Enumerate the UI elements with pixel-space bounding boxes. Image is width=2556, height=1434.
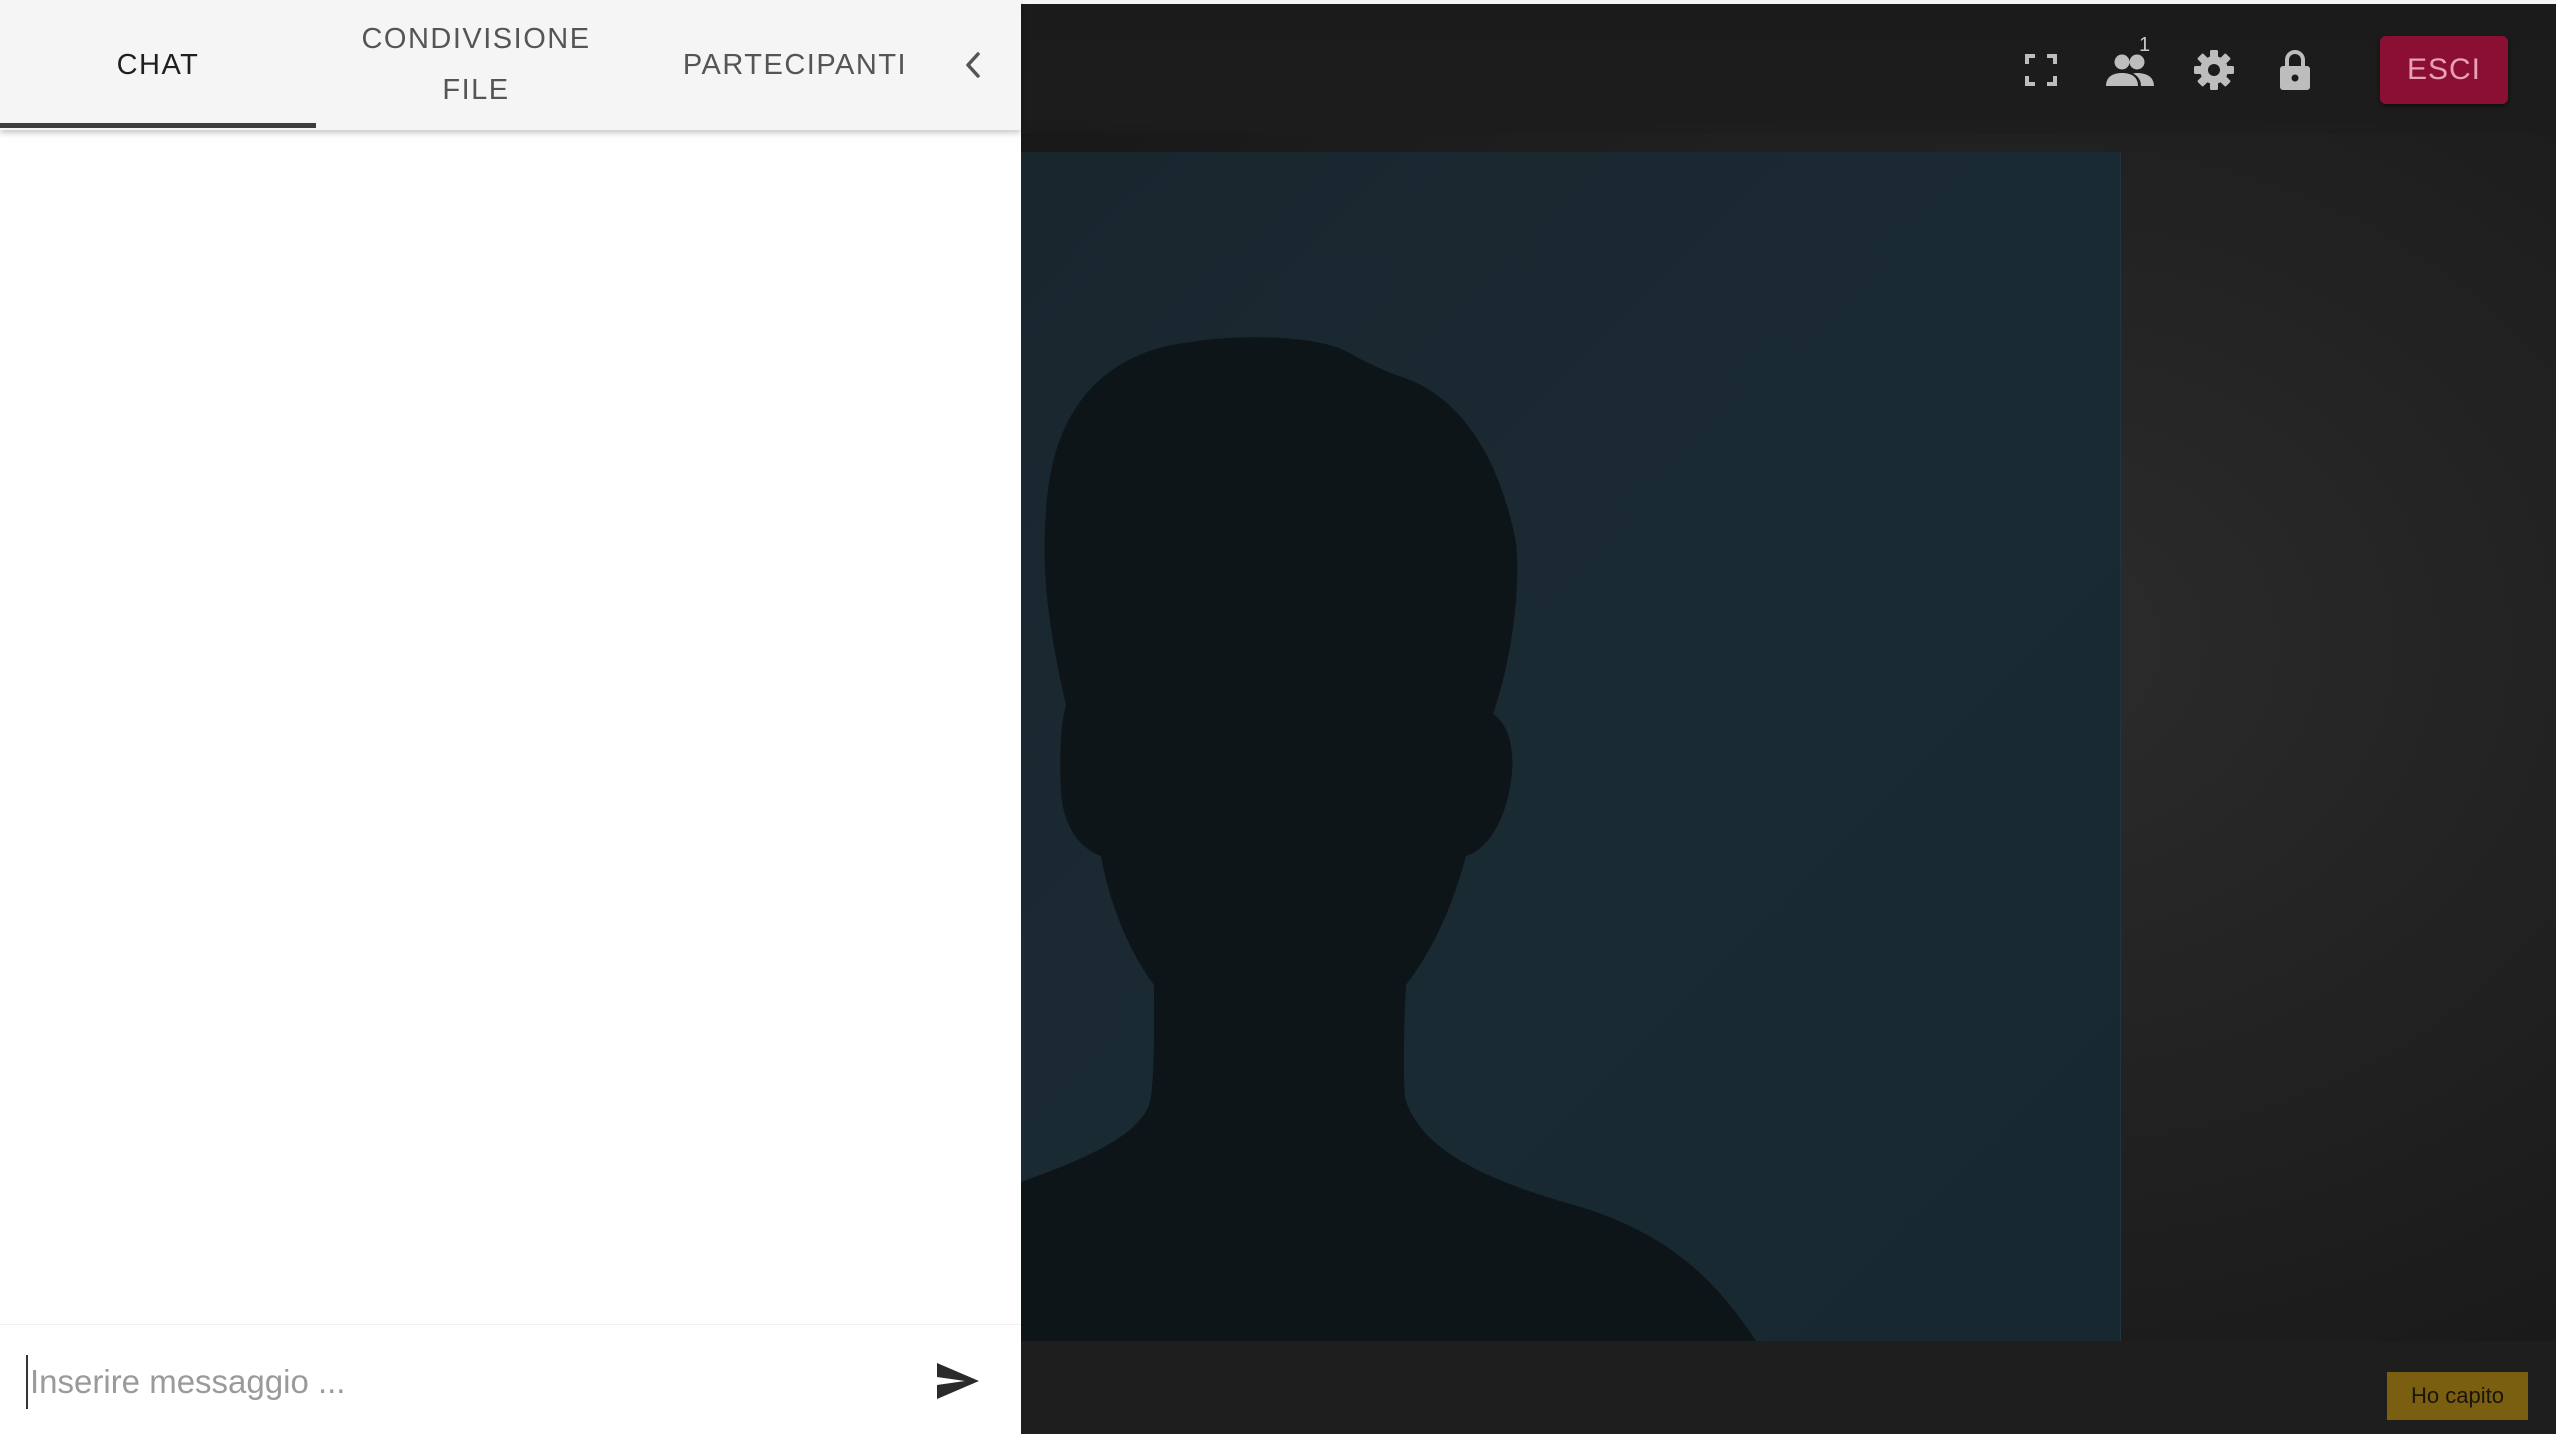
exit-button[interactable]: ESCI [2380, 36, 2508, 104]
avatar-silhouette [1021, 337, 1756, 1341]
send-message-button[interactable] [930, 1355, 986, 1407]
tab-participants-label: PARTECIPANTI [682, 48, 908, 81]
chat-message-input[interactable] [26, 1355, 906, 1409]
fullscreen-icon [2025, 54, 2057, 86]
fullscreen-button[interactable] [2013, 42, 2069, 98]
side-panel-tabs: CHAT CONDIVISIONE FILE PARTECIPANTI [0, 0, 1021, 130]
send-icon [937, 1363, 979, 1399]
acknowledge-button[interactable]: Ho capito [2387, 1372, 2528, 1420]
participants-count-badge: 1 [2139, 34, 2151, 56]
side-panel: CHAT CONDIVISIONE FILE PARTECIPANTI [0, 0, 1021, 1434]
conference-app: CHAT CONDIVISIONE FILE PARTECIPANTI Inse… [0, 0, 2556, 1434]
collapse-panel-button[interactable] [950, 35, 995, 95]
tab-file-sharing-label: CONDIVISIONE FILE [361, 23, 591, 106]
bottom-notice-bar: Ho capito [1021, 1341, 2556, 1434]
lock-button[interactable] [2267, 42, 2323, 98]
chat-composer [0, 1324, 1021, 1434]
active-tab-indicator [0, 123, 316, 128]
participants-button[interactable] [2096, 42, 2166, 98]
settings-button[interactable] [2186, 42, 2242, 98]
tab-chat[interactable]: CHAT [0, 0, 316, 130]
tab-participants[interactable]: PARTECIPANTI [636, 0, 954, 130]
conference-toolbar: 1 ESCI [1021, 4, 2556, 134]
gear-icon [2194, 50, 2234, 90]
lock-icon [2280, 50, 2310, 90]
tab-file-sharing[interactable]: CONDIVISIONE FILE [316, 0, 636, 130]
video-tile [1021, 152, 2121, 1341]
chevron-left-icon [965, 52, 980, 78]
conference-main-area: 1 ESCI Ho capito [1021, 0, 2556, 1434]
chat-messages-area [0, 130, 1021, 1324]
participants-icon [2106, 54, 2154, 86]
tab-chat-label: CHAT [116, 48, 200, 81]
